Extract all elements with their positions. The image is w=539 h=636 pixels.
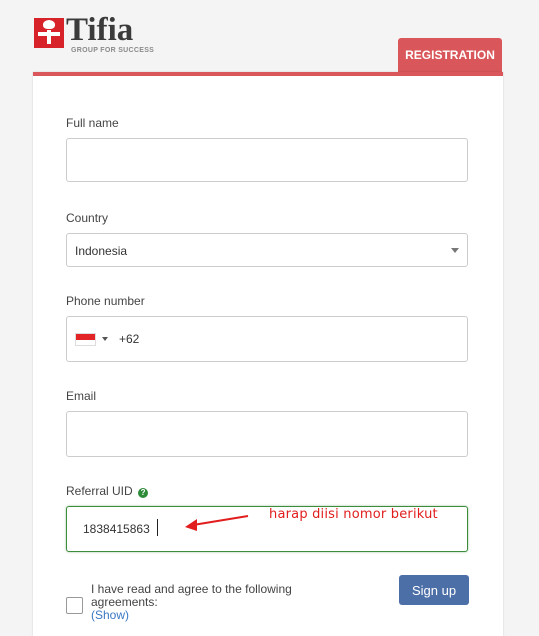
question-circle-icon[interactable]: ?	[138, 488, 149, 498]
annotation-text: harap diisi nomor berikut	[269, 507, 438, 522]
sign-up-button[interactable]: Sign up	[399, 575, 469, 605]
country-label: Country	[66, 211, 109, 225]
email-label: Email	[66, 389, 97, 403]
brand-name: Tifia	[66, 12, 134, 48]
referral-label: Referral UID ?	[66, 484, 149, 498]
country-code-dropdown-icon[interactable]	[102, 337, 108, 341]
agreement-text: I have read and agree to the following a…	[91, 583, 321, 622]
phone-label: Phone number	[66, 294, 145, 308]
show-agreements-link[interactable]: (Show)	[91, 608, 129, 622]
registration-form-card: Full name Country Indonesia Phone number…	[33, 72, 503, 636]
tab-registration[interactable]: REGISTRATION	[398, 38, 502, 72]
country-selected-value: Indonesia	[75, 244, 128, 258]
email-input[interactable]	[66, 411, 468, 457]
indonesia-flag-icon[interactable]	[75, 333, 96, 346]
phone-input[interactable]: +62	[66, 316, 468, 362]
full-name-label: Full name	[66, 116, 119, 130]
brand-tagline: GROUP FOR SUCCESS	[71, 47, 155, 54]
referral-label-text: Referral UID	[66, 484, 133, 498]
agreement-label: I have read and agree to the following a…	[91, 582, 292, 609]
tifia-logo-icon	[34, 18, 64, 48]
chevron-down-icon	[451, 248, 459, 253]
country-select[interactable]: Indonesia	[66, 233, 468, 267]
dial-code: +62	[119, 332, 140, 346]
text-cursor	[157, 519, 158, 536]
full-name-input[interactable]	[66, 138, 468, 182]
agreement-checkbox[interactable]	[66, 597, 83, 614]
tifia-logo: Tifia GROUP FOR SUCCESS	[34, 12, 174, 58]
referral-uid-value: 1838415863	[83, 522, 150, 536]
